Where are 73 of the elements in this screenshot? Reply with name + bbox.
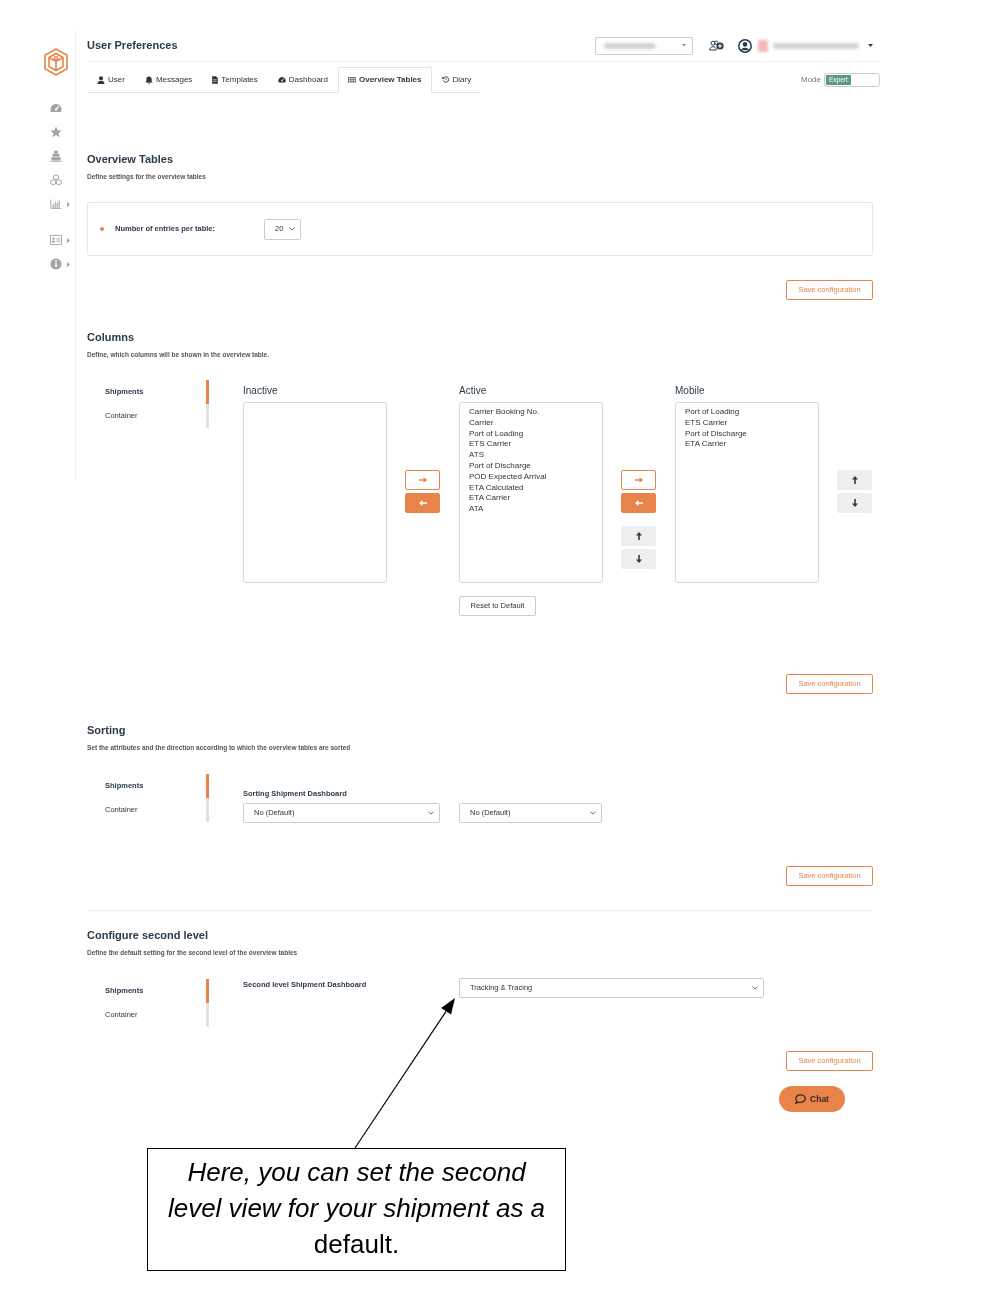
gauge-icon[interactable] — [50, 103, 62, 113]
id-card-icon[interactable] — [50, 235, 62, 245]
section-title: Columns — [87, 330, 135, 345]
boxes-icon[interactable] — [50, 174, 62, 186]
add-user-icon[interactable] — [709, 40, 724, 51]
bullet-icon — [100, 227, 104, 231]
listbox-item[interactable]: Carrier — [469, 417, 494, 429]
file-icon — [212, 76, 219, 84]
cube-logo-icon[interactable] — [44, 48, 68, 76]
arrow-up-icon — [851, 476, 858, 484]
list-title: Inactive — [243, 385, 278, 397]
chat-button[interactable]: Chat — [779, 1086, 845, 1112]
listbox-item[interactable]: ATS — [469, 450, 484, 461]
listbox-item[interactable]: POD Expected Arrival — [469, 471, 547, 483]
ship-icon[interactable] — [50, 150, 62, 162]
blurred-text — [604, 42, 656, 49]
move-up-button[interactable] — [837, 470, 872, 490]
listbox-item[interactable]: ETS Carrier — [469, 439, 512, 451]
section-title: Sorting — [87, 723, 126, 738]
listbox-item[interactable]: ETA Calculated — [469, 482, 524, 494]
caret-icon — [868, 44, 873, 47]
listbox-item[interactable]: Port of Loading — [469, 428, 524, 440]
move-right-button[interactable] — [621, 470, 656, 490]
blurred-image — [758, 39, 768, 52]
arrow-down-icon — [635, 555, 642, 563]
info-icon[interactable] — [50, 258, 62, 270]
section-title: Overview Tables — [87, 152, 173, 167]
column-listbox[interactable]: Port of Loading ETS Carrier Port of Discharge ETA Carrier — [675, 402, 819, 583]
move-up-button[interactable] — [621, 526, 656, 546]
section-title: Configure second level — [87, 928, 209, 943]
listbox-item[interactable]: Port of Discharge — [685, 428, 747, 440]
list-title: Active — [459, 385, 487, 397]
listbox-item[interactable]: ETA Carrier — [469, 493, 511, 505]
column-listbox[interactable] — [243, 402, 387, 583]
list-title: Mobile — [675, 385, 705, 397]
tab[interactable]: Messages — [134, 67, 203, 93]
move-right-button[interactable] — [405, 470, 440, 490]
account-select[interactable] — [595, 36, 693, 55]
star-icon[interactable] — [50, 126, 62, 138]
history-icon — [441, 76, 450, 84]
arrow-down-icon — [851, 499, 858, 507]
move-left-button[interactable] — [405, 493, 440, 513]
move-down-button[interactable] — [621, 549, 656, 569]
chat-bubble-icon — [795, 1094, 807, 1104]
user-icon — [97, 76, 105, 84]
listbox-item[interactable]: Port of Loading — [685, 407, 740, 418]
arrow-right-icon — [418, 477, 427, 483]
tab[interactable]: Overview Tables — [337, 67, 432, 93]
tab[interactable]: Templates — [202, 67, 268, 93]
gauge-icon — [277, 77, 286, 83]
arrow-left-icon — [634, 500, 643, 506]
page-title: User Preferences — [87, 38, 178, 54]
arrow-up-icon — [635, 532, 642, 540]
tab[interactable]: Dashboard — [267, 67, 338, 93]
mode-label: Mode — [801, 74, 821, 86]
move-down-button[interactable] — [837, 493, 872, 513]
account-icon[interactable] — [738, 38, 752, 53]
listbox-item[interactable]: ETA Carrier — [685, 439, 727, 451]
listbox-item[interactable]: ETS Carrier — [685, 417, 728, 429]
move-left-button[interactable] — [621, 493, 656, 513]
listbox-item[interactable]: ATA — [469, 504, 484, 515]
caret-icon — [682, 44, 686, 47]
tab[interactable]: User — [87, 67, 135, 93]
bell-icon — [144, 76, 153, 84]
arrow-right-icon — [634, 477, 643, 483]
callout-text: Here, you can set the second level view for your shipment as a default. — [166, 1156, 547, 1261]
listbox-item[interactable]: Carrier Booking No. — [469, 407, 540, 418]
listbox-item[interactable]: Port of Discharge — [469, 461, 531, 472]
bar-chart-icon[interactable] — [50, 198, 62, 210]
tab[interactable]: Diary — [431, 67, 482, 93]
arrow-left-icon — [418, 500, 427, 506]
table-icon — [347, 76, 356, 84]
column-listbox[interactable]: Carrier Booking No. Carrier Port of Loading ETS Carrier ATS Port of Discharge POD Expected Arrival ETA Calculated ETA Carrier ATA — [459, 402, 603, 583]
